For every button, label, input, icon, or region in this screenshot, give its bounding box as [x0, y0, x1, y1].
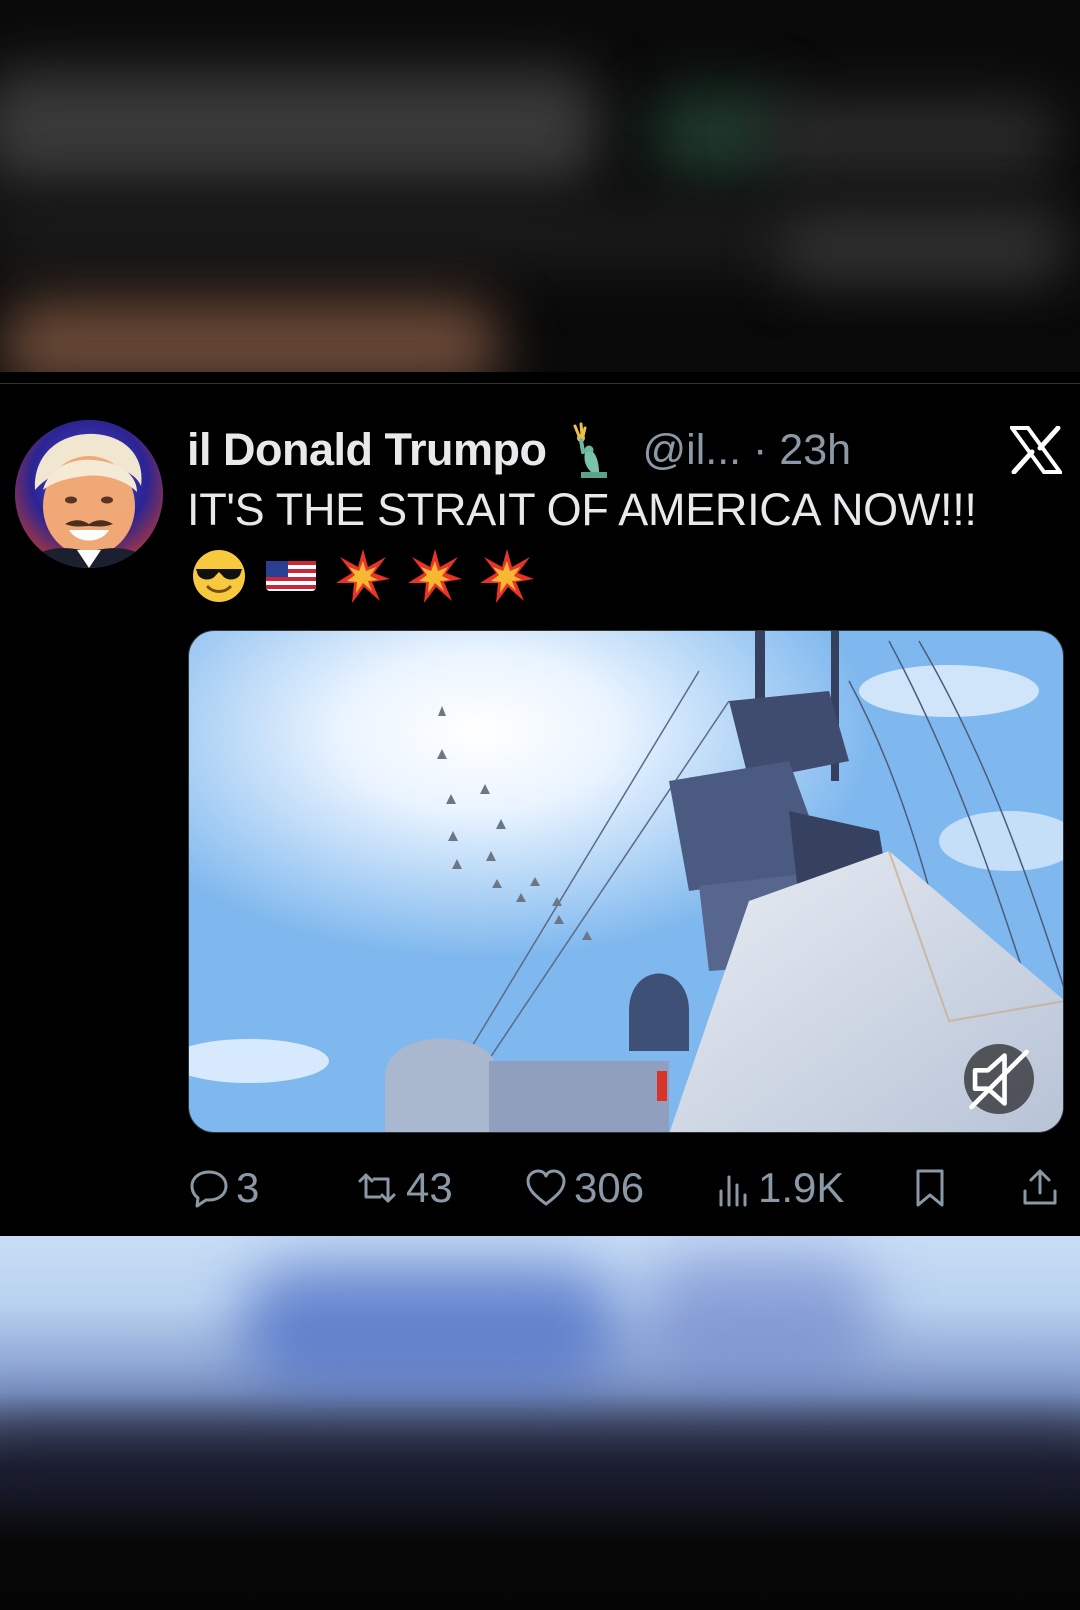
like-button[interactable]: 306 [524, 1160, 644, 1216]
collision-icon [480, 549, 534, 603]
muted-speaker-icon [969, 1049, 1029, 1109]
x-logo-icon[interactable] [1010, 426, 1062, 474]
repost-button[interactable]: 43 [354, 1160, 453, 1216]
reply-button[interactable]: 3 [188, 1160, 259, 1216]
tweet-emojis [190, 544, 536, 608]
collision-icon [336, 549, 390, 603]
reply-icon [190, 1170, 228, 1208]
repost-count: 43 [406, 1164, 453, 1211]
tweet-text: IT'S THE STRAIT OF AMERICA NOW!!! [187, 484, 977, 535]
share-icon [1023, 1169, 1057, 1205]
us-flag-icon [266, 561, 316, 591]
smiling-face-with-sunglasses-icon [193, 550, 245, 602]
views-count: 1.9K [758, 1164, 845, 1211]
share-button[interactable] [1020, 1160, 1060, 1216]
tweet-card[interactable]: il Donald Trumpo @il... · 23h IT'S THE S… [0, 383, 1080, 1236]
statue-of-liberty-icon [573, 422, 607, 478]
views-button[interactable]: 1.9K [716, 1160, 844, 1216]
blurred-previous-content [0, 0, 1080, 372]
collision-icon [408, 549, 462, 603]
repost-icon [358, 1173, 396, 1203]
like-count: 306 [574, 1164, 645, 1211]
views-icon [719, 1175, 747, 1207]
bookmark-button[interactable] [912, 1160, 948, 1216]
display-name[interactable]: il Donald Trumpo [187, 424, 547, 476]
tweet-header: il Donald Trumpo @il... · 23h [187, 422, 851, 478]
avatar[interactable] [15, 420, 163, 568]
reply-count: 3 [236, 1164, 260, 1211]
video-frame [189, 631, 1063, 1132]
bookmark-icon [916, 1169, 944, 1207]
heart-icon [526, 1169, 566, 1206]
tweet-video[interactable] [188, 630, 1064, 1133]
mute-toggle-button[interactable] [964, 1044, 1034, 1114]
blurred-next-content [0, 1236, 1080, 1610]
tweet-actions: 3 43 306 1.9K [188, 1160, 1068, 1216]
handle-and-timestamp[interactable]: @il... · 23h [643, 426, 852, 475]
